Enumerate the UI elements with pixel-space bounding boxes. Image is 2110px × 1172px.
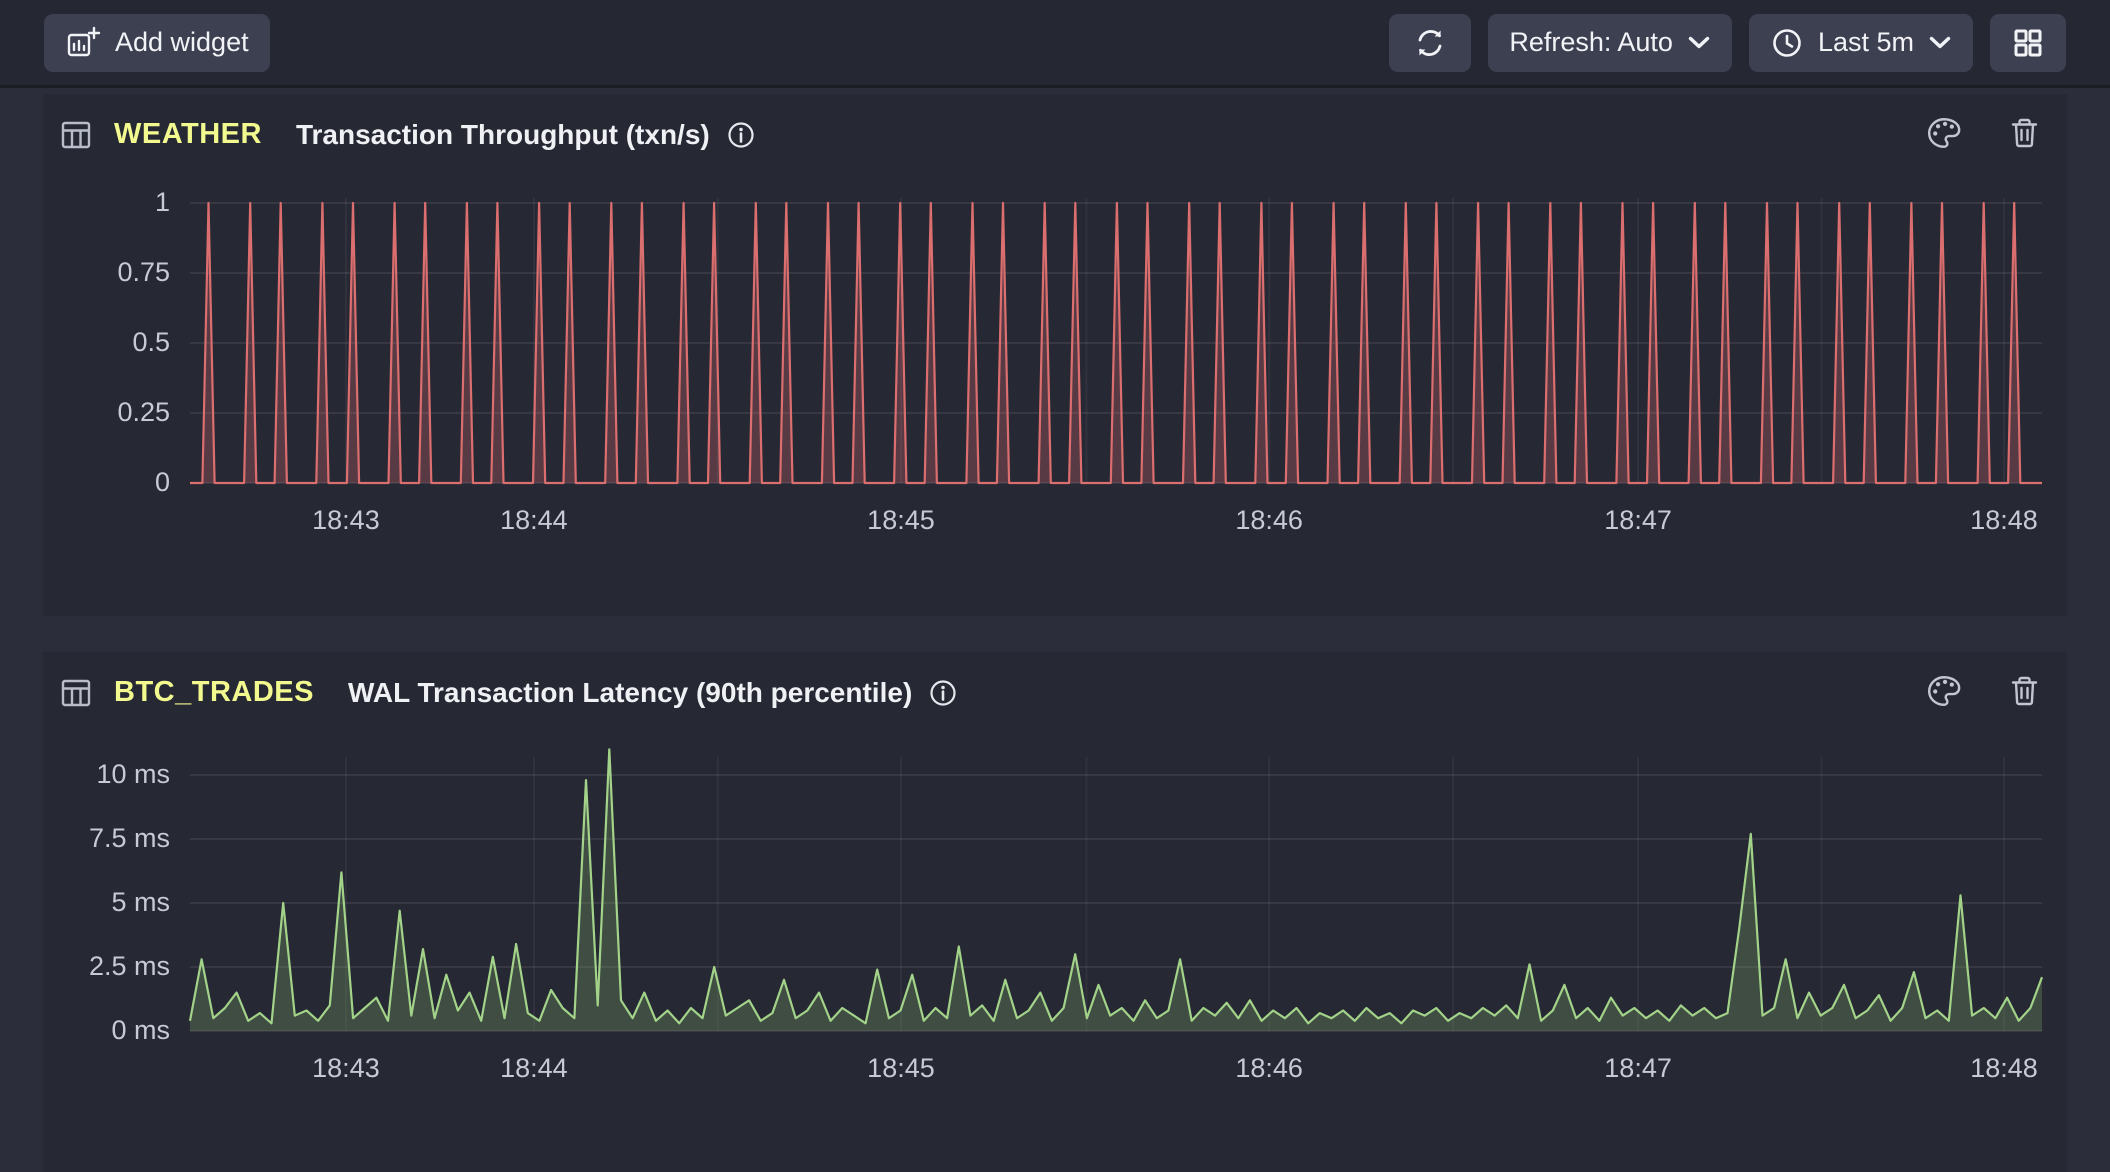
refresh-mode-label: Refresh: Auto [1509, 27, 1673, 58]
y-tick-label: 7.5 ms [28, 823, 170, 854]
x-tick-label: 18:48 [1970, 505, 2038, 536]
palette-icon [1926, 674, 1962, 708]
panel-header: WEATHER Transaction Throughput (txn/s) [43, 94, 2067, 153]
add-widget-icon [65, 26, 101, 60]
y-tick-label: 0.25 [28, 397, 170, 428]
x-tick-label: 18:47 [1604, 505, 1672, 536]
y-tick-label: 5 ms [28, 887, 170, 918]
x-tick-label: 18:46 [1235, 1053, 1303, 1084]
table-icon [60, 120, 92, 150]
x-tick-label: 18:43 [312, 505, 380, 536]
y-tick-label: 1 [28, 187, 170, 218]
x-tick-label: 18:43 [312, 1053, 380, 1084]
time-range-dropdown[interactable]: Last 5m [1749, 14, 1973, 72]
x-tick-label: 18:44 [500, 505, 568, 536]
refresh-icon [1412, 25, 1448, 61]
trash-icon [2008, 674, 2041, 708]
y-tick-label: 2.5 ms [28, 951, 170, 982]
y-tick-label: 10 ms [28, 759, 170, 790]
x-tick-label: 18:48 [1970, 1053, 2038, 1084]
info-icon[interactable] [726, 120, 756, 150]
chevron-down-icon [1928, 35, 1952, 51]
table-icon [60, 678, 92, 708]
chart-canvas [190, 745, 2042, 1045]
y-tick-label: 0 ms [28, 1015, 170, 1046]
trash-icon [2008, 116, 2041, 150]
add-widget-button[interactable]: Add widget [44, 14, 270, 72]
chart-canvas [190, 198, 2042, 488]
info-icon[interactable] [928, 678, 958, 708]
palette-button[interactable] [1926, 116, 1962, 153]
y-tick-label: 0 [28, 467, 170, 498]
widget-panel-throughput: WEATHER Transaction Throughput (txn/s) [43, 94, 2067, 616]
widget-panel-latency: BTC_TRADES WAL Transaction Latency (90th… [43, 652, 2067, 1172]
chevron-down-icon [1687, 35, 1711, 51]
add-widget-label: Add widget [115, 27, 249, 58]
time-range-label: Last 5m [1818, 27, 1914, 58]
delete-widget-button[interactable] [2008, 116, 2041, 153]
refresh-mode-dropdown[interactable]: Refresh: Auto [1488, 14, 1732, 72]
layout-grid-button[interactable] [1990, 14, 2066, 72]
delete-widget-button[interactable] [2008, 674, 2041, 711]
x-tick-label: 18:47 [1604, 1053, 1672, 1084]
refresh-button[interactable] [1389, 14, 1471, 72]
x-tick-label: 18:46 [1235, 505, 1303, 536]
throughput-chart-plot[interactable]: 00.250.50.75118:4318:4418:4518:4618:4718… [190, 198, 2042, 488]
chart-title: Transaction Throughput (txn/s) [296, 119, 710, 151]
table-name: WEATHER [114, 118, 262, 151]
palette-icon [1926, 116, 1962, 150]
palette-button[interactable] [1926, 674, 1962, 711]
layout-grid-icon [2010, 25, 2046, 61]
top-toolbar: Add widget Refresh: Auto Last 5m [0, 0, 2110, 88]
chart-title: WAL Transaction Latency (90th percentile… [348, 677, 912, 709]
x-tick-label: 18:45 [867, 505, 935, 536]
table-name: BTC_TRADES [114, 676, 314, 709]
clock-icon [1770, 26, 1804, 60]
y-tick-label: 0.75 [28, 257, 170, 288]
y-tick-label: 0.5 [28, 327, 170, 358]
x-tick-label: 18:44 [500, 1053, 568, 1084]
panel-header: BTC_TRADES WAL Transaction Latency (90th… [43, 652, 2067, 711]
x-tick-label: 18:45 [867, 1053, 935, 1084]
latency-chart-plot[interactable]: 0 ms2.5 ms5 ms7.5 ms10 ms18:4318:4418:45… [190, 745, 2042, 1045]
